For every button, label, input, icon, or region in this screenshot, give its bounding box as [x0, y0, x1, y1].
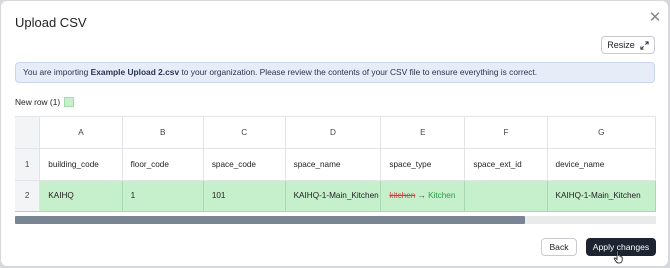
cell-device-name[interactable]: KAIHQ-1-Main_Kitchen — [547, 180, 656, 212]
column-letter[interactable]: B — [122, 117, 204, 149]
header-cell[interactable]: space_code — [203, 148, 286, 181]
column-letter[interactable]: E — [380, 117, 466, 149]
cell-space-name[interactable]: KAIHQ-1-Main_Kitchen — [285, 180, 382, 212]
csv-preview-grid: A B C D E F G 1 building_code floor_code… — [15, 116, 656, 213]
resize-button-label: Resize — [607, 40, 635, 50]
new-row-swatch — [64, 97, 75, 107]
column-letter[interactable]: G — [547, 117, 656, 149]
row-number[interactable]: 1 — [15, 148, 41, 181]
cell-space-code[interactable]: 101 — [203, 180, 286, 212]
header-cell[interactable]: building_code — [39, 148, 123, 181]
header-cell[interactable]: space_ext_id — [464, 148, 548, 181]
import-info-banner: You are importing Example Upload 2.csv t… — [15, 62, 655, 83]
csv-preview-table: A B C D E F G 1 building_code floor_code… — [15, 117, 656, 212]
hand-pointer-icon — [613, 250, 623, 264]
horizontal-scrollbar-thumb[interactable] — [15, 216, 525, 224]
header-cell[interactable]: space_type — [380, 148, 466, 181]
column-letter[interactable]: F — [464, 117, 548, 149]
table-header-row: 1 building_code floor_code space_code sp… — [15, 148, 656, 181]
cell-building-code[interactable]: KAIHQ — [39, 180, 123, 212]
new-row-legend: New row (1) — [15, 97, 75, 107]
column-letter[interactable]: C — [203, 117, 286, 149]
back-button[interactable]: Back — [541, 238, 577, 256]
header-cell[interactable]: device_name — [547, 148, 656, 181]
new-row-label: New row (1) — [15, 97, 61, 107]
banner-prefix: You are importing — [23, 67, 91, 77]
header-cell[interactable]: floor_code — [122, 148, 204, 181]
row-number[interactable]: 2 — [15, 180, 41, 212]
table-row: 2 KAIHQ 1 101 KAIHQ-1-Main_Kitchen kitch… — [15, 180, 656, 212]
grid-corner — [15, 117, 41, 149]
banner-suffix: to your organization. Please review the … — [179, 67, 538, 77]
column-letter-row: A B C D E F G — [15, 117, 656, 149]
column-letter[interactable]: A — [39, 117, 123, 149]
dialog-title: Upload CSV — [15, 15, 87, 30]
space-type-new-value: Kitchen — [428, 191, 456, 200]
resize-icon — [640, 40, 649, 50]
upload-csv-dialog: Upload CSV ✕ Resize You are importing Ex… — [1, 1, 668, 266]
banner-filename: Example Upload 2.csv — [90, 67, 180, 77]
close-icon[interactable]: ✕ — [647, 10, 663, 26]
change-arrow-icon: → — [417, 191, 426, 200]
cell-space-ext-id[interactable] — [464, 180, 548, 212]
cell-space-type[interactable]: kitchen → Kitchen — [380, 180, 466, 212]
cell-floor-code[interactable]: 1 — [122, 180, 204, 212]
resize-button[interactable]: Resize — [601, 36, 655, 54]
column-letter[interactable]: D — [285, 117, 382, 149]
header-cell[interactable]: space_name — [285, 148, 382, 181]
space-type-old-value: kitchen — [389, 191, 416, 200]
